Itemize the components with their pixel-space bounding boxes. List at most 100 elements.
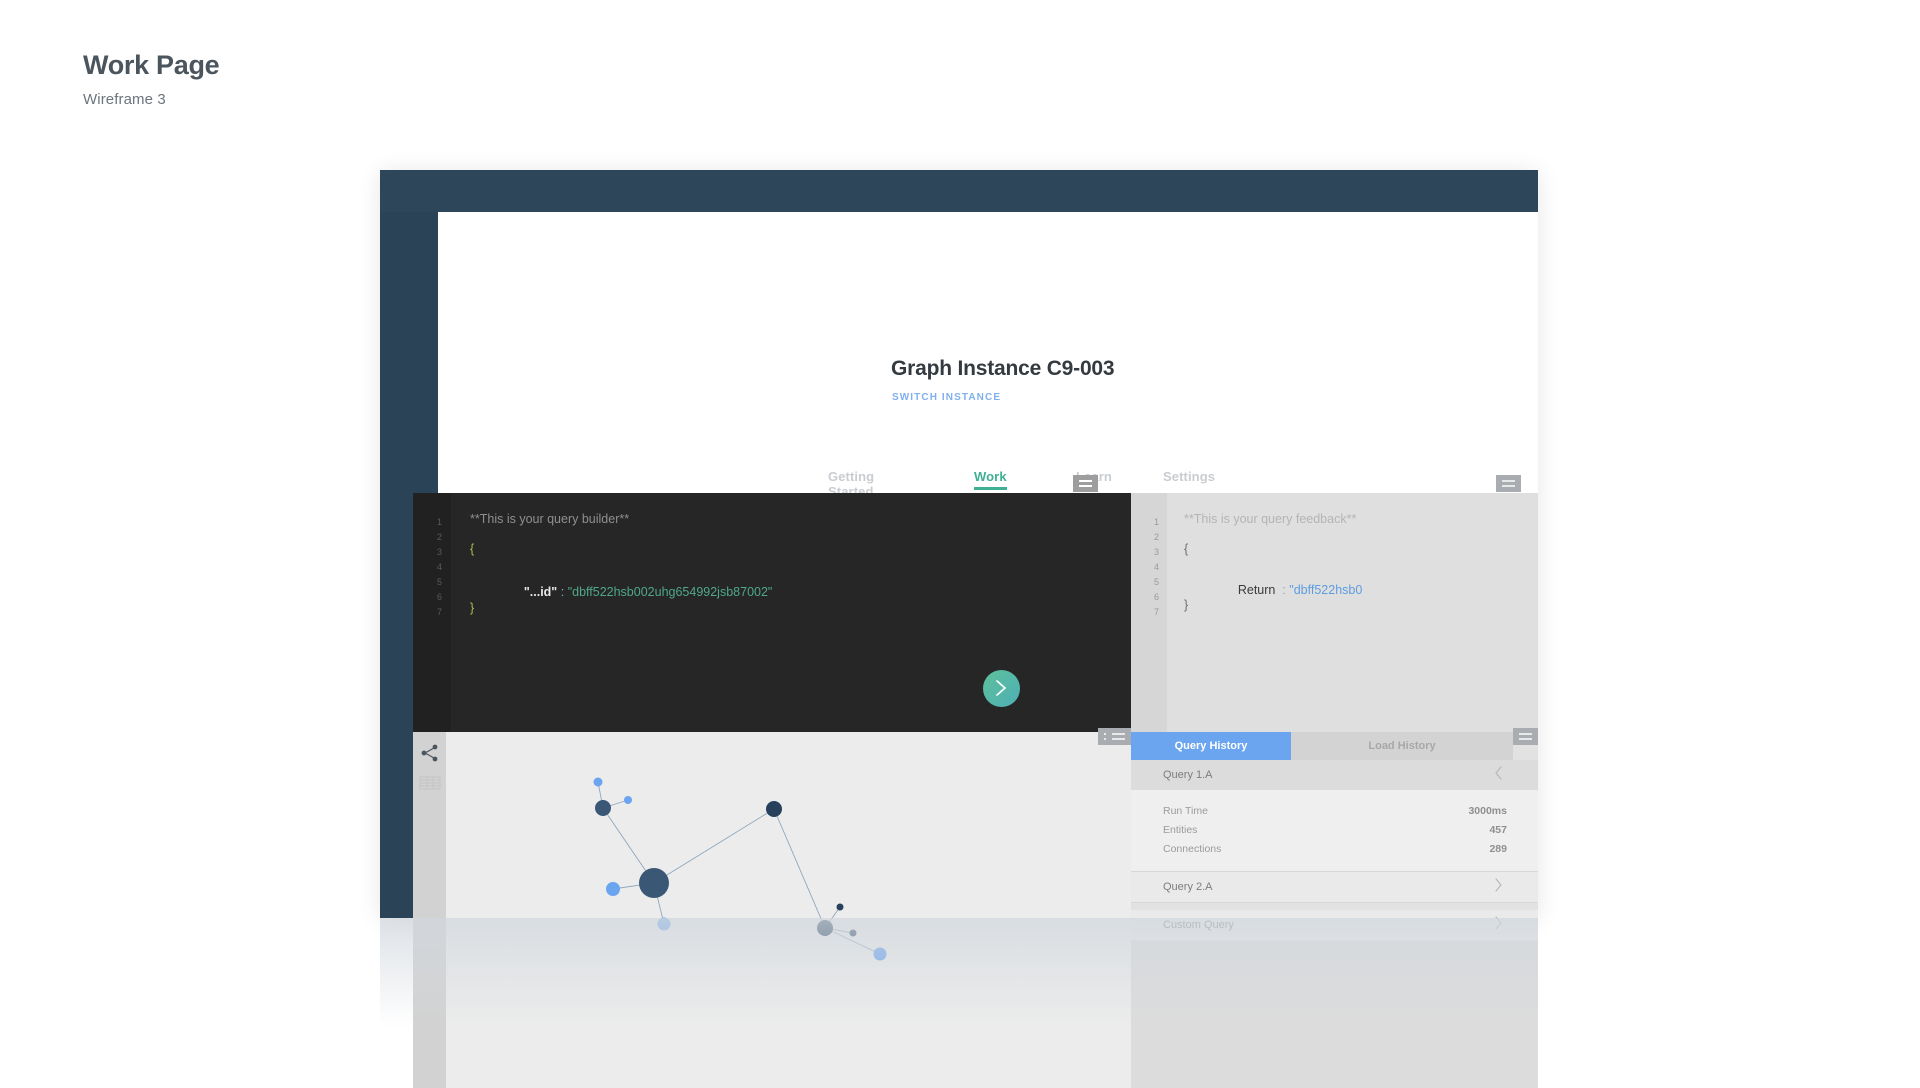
- history-empty-area: [1131, 941, 1538, 1088]
- chevron-left-icon: [1493, 765, 1504, 785]
- history-tab-label: Query History: [1174, 740, 1248, 752]
- graph-node[interactable]: [593, 777, 603, 787]
- history-tabbar: Query History Load History: [1131, 732, 1538, 760]
- history-row-query-2a[interactable]: Query 2.A: [1131, 872, 1538, 902]
- graph-node[interactable]: [606, 882, 620, 896]
- handle-bar: [1079, 480, 1092, 482]
- handle-bar: [1502, 485, 1515, 487]
- page-title: Work Page: [83, 50, 220, 80]
- code-line-open-brace: {: [470, 542, 475, 556]
- detail-row-run-time: Run Time 3000ms: [1131, 805, 1538, 824]
- detail-value: 289: [1489, 843, 1507, 855]
- line-number: 7: [1153, 607, 1159, 617]
- chevron-right-icon: [996, 680, 1006, 696]
- feedback-line-pair: Return : "dbff522hsb0: [1217, 569, 1362, 611]
- line-number: 5: [1153, 577, 1159, 587]
- history-row-label: Query 2.A: [1163, 881, 1213, 893]
- line-number: 1: [436, 517, 442, 527]
- line-number: 5: [436, 577, 442, 587]
- list-view-icon[interactable]: [419, 774, 441, 797]
- query-feedback-panel: 1 2 3 4 5 6 7 **This is your query feedb…: [1131, 475, 1538, 732]
- tab-label: Work: [974, 469, 1007, 484]
- tab-work[interactable]: Work: [974, 469, 1007, 490]
- line-number: 3: [436, 547, 442, 557]
- graph-node[interactable]: [657, 917, 671, 931]
- switch-instance-link[interactable]: SWITCH INSTANCE: [892, 392, 1001, 403]
- query-builder-editor[interactable]: 1 2 3 4 5 6 7 **This is your query build…: [413, 475, 1131, 732]
- feedback-line-close-brace: }: [1184, 598, 1189, 612]
- feedback-key: Return: [1237, 583, 1276, 597]
- query-history-panel: Query History Load History Query 1.A Run…: [1106, 728, 1538, 1088]
- graph-view-toolbar: [413, 732, 446, 1088]
- detail-label: Connections: [1163, 843, 1222, 855]
- handle-bar: [1502, 480, 1515, 482]
- feedback-panel-drag-handle[interactable]: [1496, 475, 1521, 492]
- editor-line-number-gutter: 1 2 3 4 5 6 7: [413, 493, 451, 732]
- line-number: 6: [1153, 592, 1159, 602]
- line-number: 7: [436, 607, 442, 617]
- handle-bar: [1112, 733, 1125, 735]
- graph-edge: [773, 808, 826, 929]
- page-subtitle: Wireframe 3: [83, 91, 166, 108]
- code-line-close-brace: }: [470, 601, 475, 615]
- history-divider: [1131, 902, 1538, 903]
- window-titlebar: [380, 170, 1538, 212]
- code-line-pair: "...id" : "dbff522hsb002uhg654992jsb8700…: [503, 571, 773, 613]
- feedback-line-open-brace: {: [1184, 542, 1189, 556]
- detail-value: 457: [1489, 824, 1507, 836]
- line-number: 4: [436, 562, 442, 572]
- editor-panel-drag-handle[interactable]: [1073, 475, 1098, 492]
- page-caption: Work Page Wireframe 3: [83, 50, 220, 108]
- history-row-query-1a[interactable]: Query 1.A: [1131, 760, 1538, 790]
- graph-node[interactable]: [873, 947, 887, 961]
- graph-node[interactable]: [639, 868, 669, 898]
- handle-bar: [1112, 738, 1125, 740]
- detail-label: Run Time: [1163, 805, 1208, 817]
- feedback-line-comment: **This is your query feedback**: [1184, 512, 1357, 526]
- history-tab-label: Load History: [1368, 740, 1436, 752]
- app-header: Graph Instance C9-003 SWITCH INSTANCE Ge…: [438, 212, 1538, 499]
- detail-value: 3000ms: [1468, 805, 1507, 817]
- tab-load-history[interactable]: Load History: [1291, 732, 1513, 760]
- code-line-comment: **This is your query builder**: [470, 512, 630, 526]
- line-number: 2: [436, 532, 442, 542]
- tab-active-underline: [974, 487, 1007, 490]
- tab-query-history[interactable]: Query History: [1131, 732, 1291, 760]
- graph-node[interactable]: [836, 903, 844, 911]
- detail-row-connections: Connections 289: [1131, 843, 1538, 862]
- history-row-label: Custom Query: [1163, 919, 1234, 931]
- graph-node[interactable]: [766, 801, 782, 817]
- graph-node[interactable]: [624, 796, 632, 804]
- handle-bar: [1519, 738, 1532, 740]
- network-graph-icon[interactable]: [419, 742, 441, 769]
- chevron-right-icon: [1493, 877, 1504, 897]
- detail-row-entities: Entities 457: [1131, 824, 1538, 843]
- instance-title: Graph Instance C9-003: [891, 357, 1115, 380]
- line-number: 2: [1153, 532, 1159, 542]
- code-value: "dbff522hsb002uhg654992jsb87002": [567, 585, 773, 599]
- app-window: Graph Instance C9-003 SWITCH INSTANCE Ge…: [380, 170, 1538, 1088]
- line-number: 4: [1153, 562, 1159, 572]
- history-row-label: Query 1.A: [1163, 769, 1213, 781]
- graph-node[interactable]: [849, 929, 857, 937]
- code-key: "...id": [523, 585, 558, 599]
- detail-label: Entities: [1163, 824, 1198, 836]
- line-number: 6: [436, 592, 442, 602]
- history-row-custom-query[interactable]: Custom Query: [1131, 910, 1538, 940]
- graph-node[interactable]: [817, 920, 833, 936]
- run-query-button[interactable]: [983, 670, 1020, 707]
- history-left-drag-handle[interactable]: [1106, 728, 1131, 745]
- handle-bar: [1519, 733, 1532, 735]
- history-detail-query-1a: Run Time 3000ms Entities 457 Connections…: [1131, 790, 1538, 871]
- chevron-right-icon: [1493, 915, 1504, 935]
- graph-node-link-diagram[interactable]: [446, 732, 1131, 1088]
- tab-settings[interactable]: Settings: [1163, 469, 1215, 484]
- graph-edge: [653, 808, 775, 884]
- feedback-line-number-gutter: 1 2 3 4 5 6 7: [1131, 493, 1167, 732]
- history-right-drag-handle[interactable]: [1513, 728, 1538, 745]
- feedback-value: "dbff522hsb0: [1289, 583, 1363, 597]
- tab-label: Settings: [1163, 469, 1216, 484]
- graph-node[interactable]: [595, 800, 611, 816]
- graph-visualization-area[interactable]: [413, 728, 1131, 1088]
- handle-bar: [1079, 485, 1092, 487]
